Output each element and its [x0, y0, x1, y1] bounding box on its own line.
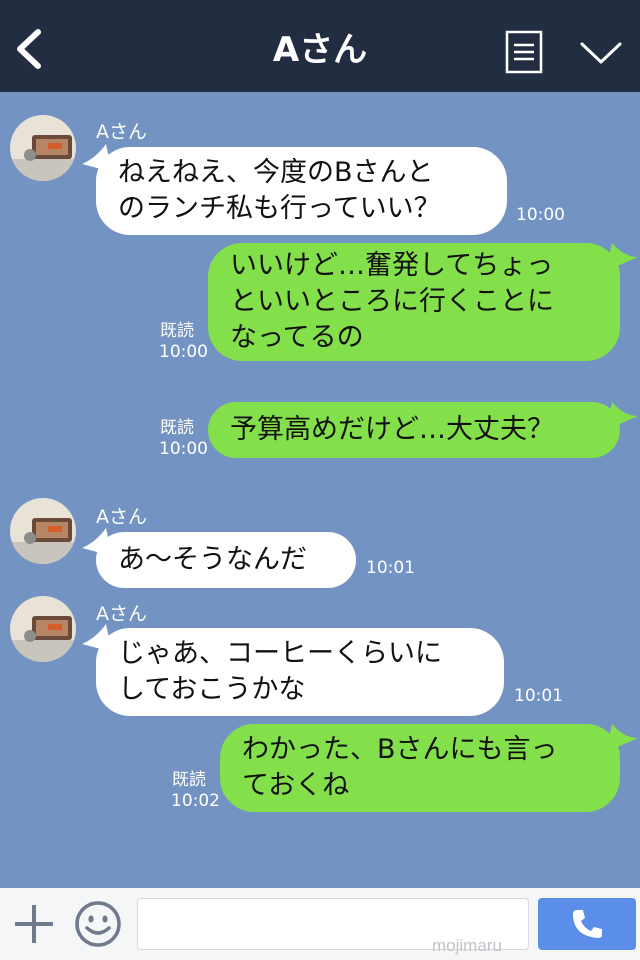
sender-name: Aさん [96, 506, 147, 528]
bubble-tail [606, 243, 638, 271]
message-text: いいけど…奮発してちょっ といいところに行くことに なってるの [230, 250, 554, 353]
chat-header: Aさん [0, 0, 640, 92]
message-text: わかった、Bさんにも言っ ておくね [242, 734, 558, 801]
read-label: 既読 [160, 321, 194, 341]
call-button[interactable] [538, 898, 636, 950]
message-bubble[interactable]: 予算高めだけど…大丈夫？ [208, 402, 620, 458]
message-bubble[interactable]: わかった、Bさんにも言っ ておくね [220, 724, 620, 812]
avatar[interactable] [10, 115, 76, 181]
read-label: 既読 [172, 770, 206, 790]
emoji-button[interactable] [74, 900, 122, 948]
expand-button[interactable] [578, 38, 624, 68]
message-bubble[interactable]: いいけど…奮発してちょっ といいところに行くことに なってるの [208, 243, 620, 361]
message-time: 10:00 [159, 342, 208, 362]
add-button[interactable] [12, 902, 56, 946]
message-time: 10:02 [171, 791, 220, 811]
chevron-down-icon [580, 42, 622, 64]
menu-button[interactable] [505, 30, 543, 74]
menu-list-icon [505, 30, 543, 74]
avatar[interactable] [10, 596, 76, 662]
message-text: ねえねえ、今度のBさんと のランチ私も行っていい？ [118, 157, 441, 224]
message-text: じゃあ、コーヒーくらいに しておこうかな [118, 638, 442, 705]
plus-icon [15, 905, 53, 943]
watermark: mojimaru [432, 936, 502, 955]
message-bubble[interactable]: ねえねえ、今度のBさんと のランチ私も行っていい？ [96, 147, 507, 235]
message-time: 10:01 [514, 686, 563, 706]
bubble-tail [606, 402, 638, 430]
bubble-tail [606, 724, 638, 752]
message-time: 10:00 [516, 205, 565, 225]
phone-icon [573, 910, 602, 938]
sender-name: Aさん [96, 603, 147, 625]
message-text: 予算高めだけど…大丈夫？ [230, 414, 554, 445]
message-bubble[interactable]: あ〜そうなんだ [96, 532, 356, 588]
chat-title: Aさん [272, 30, 368, 70]
message-text: あ〜そうなんだ [118, 544, 307, 575]
message-time: 10:01 [366, 558, 415, 578]
read-label: 既読 [160, 418, 194, 438]
emoji-icon [75, 901, 121, 947]
message-composer [0, 888, 640, 960]
sender-name: Aさん [96, 121, 147, 143]
message-time: 10:00 [159, 439, 208, 459]
avatar[interactable] [10, 498, 76, 564]
message-bubble[interactable]: じゃあ、コーヒーくらいに しておこうかな [96, 628, 504, 716]
